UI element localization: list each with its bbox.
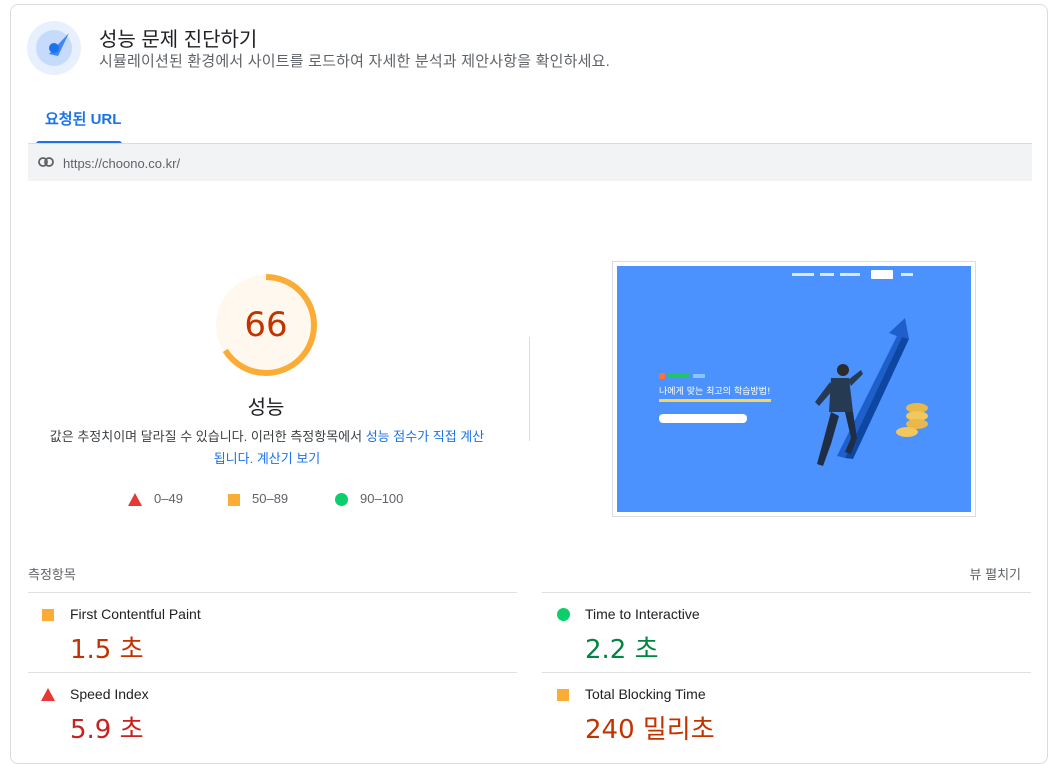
- tab-requested-url[interactable]: 요청된 URL: [45, 108, 121, 129]
- metric-value-si: 5.9 초: [70, 715, 144, 745]
- metric-value-fcp: 1.5 초: [70, 635, 144, 665]
- url-text: https://choono.co.kr/: [63, 156, 181, 171]
- lighthouse-gauge-icon: [27, 21, 81, 75]
- legend-label: 50–89: [252, 491, 289, 506]
- page-title: 성능 문제 진단하기: [99, 29, 258, 51]
- metrics-divider: [542, 672, 1031, 673]
- legend-fail: 0–49: [128, 491, 183, 507]
- metrics-divider: [28, 592, 517, 593]
- metric-value-tti: 2.2 초: [585, 635, 659, 665]
- page-screenshot: 나에게 맞는 최고의 학습방법!: [617, 266, 971, 512]
- average-square-icon: [557, 689, 569, 701]
- metric-name-tti: Time to Interactive: [585, 606, 700, 622]
- score-label: 성능: [247, 397, 285, 419]
- legend-pass: 90–100: [335, 491, 404, 507]
- metric-name-tbt: Total Blocking Time: [585, 686, 706, 702]
- legend-label: 90–100: [360, 491, 404, 506]
- legend-label: 0–49: [154, 491, 183, 506]
- square-icon: [228, 493, 240, 506]
- metric-value-tbt: 240 밀리초: [585, 715, 715, 745]
- metrics-divider: [28, 672, 517, 673]
- average-square-icon: [42, 609, 54, 621]
- pass-circle-icon: [557, 608, 570, 621]
- circle-icon: [335, 493, 348, 507]
- metric-name-fcp: First Contentful Paint: [70, 606, 201, 622]
- vertical-divider: [529, 337, 530, 441]
- page-screenshot-frame: 나에게 맞는 최고의 학습방법!: [612, 261, 976, 517]
- score-value: 66: [244, 305, 288, 345]
- score-description: 값은 추정치이며 달라질 수 있습니다. 이러한 측정항목에서 성능 점수가 직…: [47, 426, 487, 470]
- metrics-divider: [542, 592, 1031, 593]
- screenshot-illustration: 나에게 맞는 최고의 학습방법!: [617, 266, 971, 512]
- legend-average: 50–89: [228, 491, 288, 506]
- score-description-text: 값은 추정치이며 달라질 수 있습니다. 이러한 측정항목에서: [49, 429, 366, 444]
- fail-triangle-icon: [41, 688, 55, 701]
- metric-name-si: Speed Index: [70, 686, 149, 702]
- page-subtitle: 시뮬레이션된 환경에서 사이트를 로드하여 자세한 분석과 제안사항을 확인하세…: [99, 53, 610, 70]
- calculator-link[interactable]: 계산기 보기: [257, 451, 320, 466]
- screenshot-headline: 나에게 맞는 최고의 학습방법!: [659, 385, 771, 397]
- url-bar: https://choono.co.kr/: [28, 143, 1032, 181]
- triangle-icon: [128, 493, 142, 507]
- metrics-title: 측정항목: [28, 567, 76, 582]
- diagnose-card: 성능 문제 진단하기 시뮬레이션된 환경에서 사이트를 로드하여 자세한 분석과…: [10, 4, 1048, 764]
- expand-view-button[interactable]: 뷰 펼치기: [970, 564, 1021, 583]
- link-icon: [38, 157, 54, 167]
